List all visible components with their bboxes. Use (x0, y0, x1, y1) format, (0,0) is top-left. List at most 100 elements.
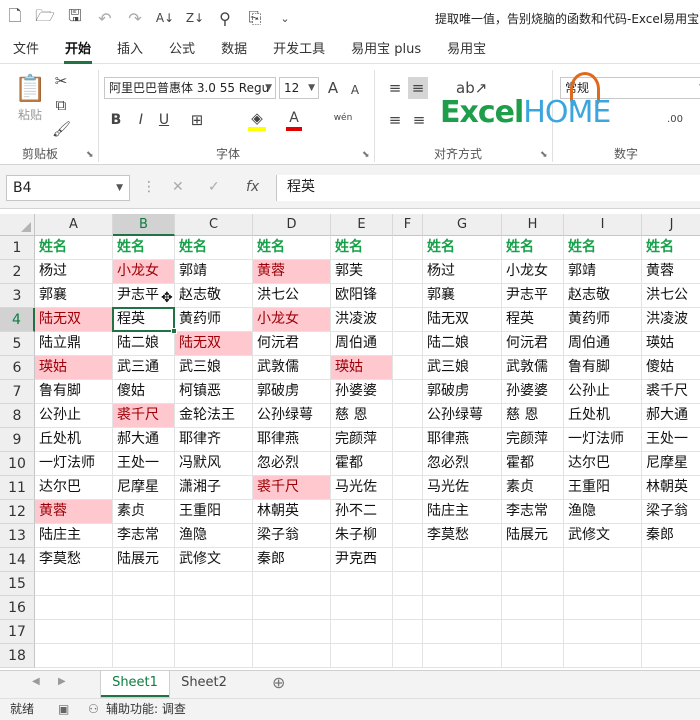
cell-j17[interactable] (642, 620, 700, 644)
cell-b7[interactable]: 傻姑 (113, 380, 175, 404)
cell-g7[interactable]: 郭破虏 (423, 380, 502, 404)
name-box[interactable]: B4 ▼ (6, 175, 130, 201)
cell-a14[interactable]: 李莫愁 (35, 548, 113, 572)
redo-icon[interactable]: ↷ (120, 0, 150, 36)
tab-file[interactable]: 文件 (0, 36, 52, 64)
tab-home[interactable]: 开始 (52, 36, 104, 64)
column-header-j[interactable]: J (642, 214, 700, 236)
header-cell[interactable]: 姓名 (502, 236, 564, 260)
cell-f3[interactable] (393, 284, 423, 308)
cell-h11[interactable]: 素贞 (502, 476, 564, 500)
cell-h18[interactable] (502, 644, 564, 668)
row-header-8[interactable]: 8 (0, 404, 35, 428)
cell-e18[interactable] (331, 644, 393, 668)
copy-icon[interactable]: ⧉ (52, 96, 70, 114)
cell-g2[interactable]: 杨过 (423, 260, 502, 284)
cell-i14[interactable] (564, 548, 642, 572)
cell-e17[interactable] (331, 620, 393, 644)
cell-i2[interactable]: 郭靖 (564, 260, 642, 284)
cell-h10[interactable]: 霍都 (502, 452, 564, 476)
cell-c9[interactable]: 耶律齐 (175, 428, 253, 452)
cell-a9[interactable]: 丘处机 (35, 428, 113, 452)
cell-j6[interactable]: 傻姑 (642, 356, 700, 380)
cell-h9[interactable]: 完颜萍 (502, 428, 564, 452)
cell-c3[interactable]: 赵志敬 (175, 284, 253, 308)
header-cell[interactable]: 姓名 (642, 236, 700, 260)
accessibility-icon[interactable]: ⚇ (88, 699, 99, 720)
next-sheet-icon[interactable]: ▶ (58, 676, 66, 687)
cell-b9[interactable]: 郝大通 (113, 428, 175, 452)
tab-insert[interactable]: 插入 (104, 36, 156, 64)
cell-d2[interactable]: 黄蓉 (253, 260, 331, 284)
cell-c13[interactable]: 渔隐 (175, 524, 253, 548)
cell-d7[interactable]: 郭破虏 (253, 380, 331, 404)
cell-g13[interactable]: 李莫愁 (423, 524, 502, 548)
cancel-icon[interactable]: ✕ (172, 179, 184, 195)
cell-j14[interactable] (642, 548, 700, 572)
row-header-14[interactable]: 14 (0, 548, 35, 572)
cell-e3[interactable]: 欧阳锋 (331, 284, 393, 308)
tab-easyuse-plus[interactable]: 易用宝 plus (338, 36, 434, 64)
cell-i9[interactable]: 一灯法师 (564, 428, 642, 452)
cell-a3[interactable]: 郭襄 (35, 284, 113, 308)
cell-g16[interactable] (423, 596, 502, 620)
cell-c8[interactable]: 金轮法王 (175, 404, 253, 428)
cell-b11[interactable]: 尼摩星 (113, 476, 175, 500)
column-header-d[interactable]: D (253, 214, 331, 236)
cell-a12[interactable]: 黄蓉 (35, 500, 113, 524)
cell-c4[interactable]: 黄药师 (175, 308, 253, 332)
shrink-font-icon[interactable]: A (348, 81, 362, 99)
row-header-15[interactable]: 15 (0, 572, 35, 596)
accessibility-status[interactable]: 辅助功能: 调查 (106, 699, 186, 720)
cell-f9[interactable] (393, 428, 423, 452)
cell-c12[interactable]: 王重阳 (175, 500, 253, 524)
cell-j12[interactable]: 梁子翁 (642, 500, 700, 524)
cell-d10[interactable]: 忽必烈 (253, 452, 331, 476)
row-header-11[interactable]: 11 (0, 476, 35, 500)
cell-f17[interactable] (393, 620, 423, 644)
align-top-icon[interactable]: ≡ (386, 79, 404, 97)
cell-c15[interactable] (175, 572, 253, 596)
header-cell[interactable]: 姓名 (331, 236, 393, 260)
cell-c7[interactable]: 柯镇恶 (175, 380, 253, 404)
sort-az-icon[interactable]: A↓ (150, 0, 180, 36)
font-color-icon[interactable]: A (286, 109, 302, 131)
cell-g3[interactable]: 郭襄 (423, 284, 502, 308)
column-header-c[interactable]: C (175, 214, 253, 236)
cell-h13[interactable]: 陆展元 (502, 524, 564, 548)
row-header-12[interactable]: 12 (0, 500, 35, 524)
cell-c6[interactable]: 武三娘 (175, 356, 253, 380)
column-header-h[interactable]: H (502, 214, 564, 236)
cell-e11[interactable]: 马光佐 (331, 476, 393, 500)
cell-a18[interactable] (35, 644, 113, 668)
cell-g4[interactable]: 陆无双 (423, 308, 502, 332)
cell-i10[interactable]: 达尔巴 (564, 452, 642, 476)
cell-i3[interactable]: 赵志敬 (564, 284, 642, 308)
cell-a6[interactable]: 瑛姑 (35, 356, 113, 380)
tab-formulas[interactable]: 公式 (156, 36, 208, 64)
cell-g10[interactable]: 忽必烈 (423, 452, 502, 476)
cell-g6[interactable]: 武三娘 (423, 356, 502, 380)
row-header-7[interactable]: 7 (0, 380, 35, 404)
header-cell[interactable]: 姓名 (253, 236, 331, 260)
cell-c11[interactable]: 潇湘子 (175, 476, 253, 500)
cell-a10[interactable]: 一灯法师 (35, 452, 113, 476)
align-left-icon[interactable]: ≡ (386, 111, 404, 129)
cell-d14[interactable]: 秦郎 (253, 548, 331, 572)
fill-handle[interactable] (171, 328, 177, 334)
fill-color-icon[interactable]: ◈ (248, 109, 266, 131)
cell-f15[interactable] (393, 572, 423, 596)
decimal-icon[interactable]: .00 (660, 111, 690, 129)
cell-c14[interactable]: 武修文 (175, 548, 253, 572)
alignment-launcher-icon[interactable]: ⬊ (540, 150, 548, 160)
cell-a5[interactable]: 陆立鼎 (35, 332, 113, 356)
cell-i8[interactable]: 丘处机 (564, 404, 642, 428)
cell-b17[interactable] (113, 620, 175, 644)
sheet-tab-sheet2[interactable]: Sheet2 (170, 671, 238, 697)
cell-j8[interactable]: 郝大通 (642, 404, 700, 428)
cell-d12[interactable]: 林朝英 (253, 500, 331, 524)
cell-d17[interactable] (253, 620, 331, 644)
sort-za-icon[interactable]: Z↓ (180, 0, 210, 36)
column-header-g[interactable]: G (423, 214, 502, 236)
cell-g8[interactable]: 公孙绿萼 (423, 404, 502, 428)
